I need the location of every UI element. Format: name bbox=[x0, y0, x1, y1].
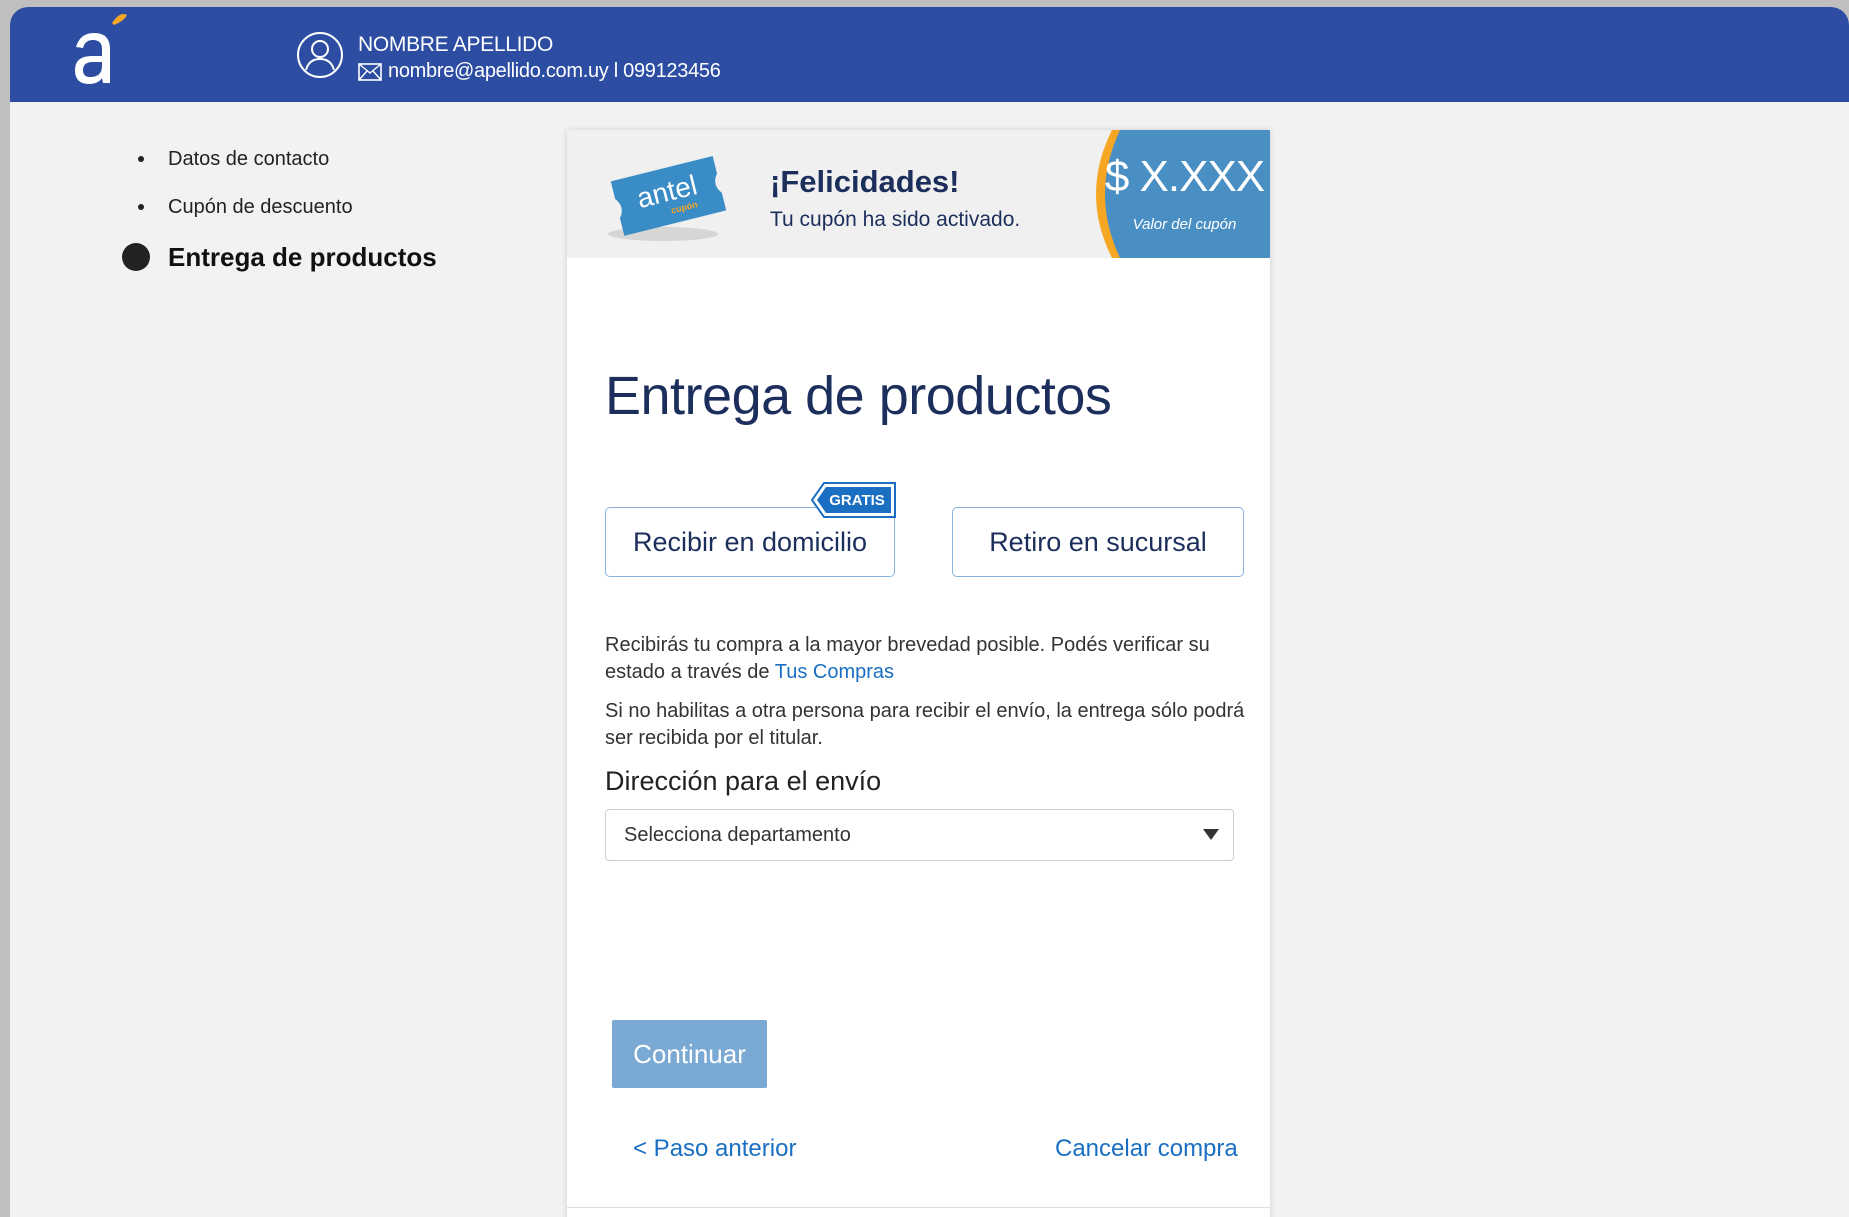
antel-coupon-ticket-icon: antel cupón bbox=[608, 156, 727, 241]
continue-button[interactable]: Continuar bbox=[612, 1020, 767, 1088]
step-product-delivery[interactable]: Entrega de productos bbox=[122, 231, 437, 283]
coupon-banner: antel cupón ¡Felicidades! Tu cupón ha si… bbox=[567, 130, 1270, 258]
congrats-title: ¡Felicidades! bbox=[770, 164, 960, 199]
step-label: Entrega de productos bbox=[168, 241, 437, 272]
step-bullet bbox=[138, 156, 144, 162]
envelope-icon bbox=[358, 62, 382, 81]
department-select-value: Selecciona departamento bbox=[624, 823, 851, 846]
checkout-steps: Datos de contacto Cupón de descuento Ent… bbox=[122, 135, 437, 283]
home-delivery-label: Recibir en domicilio bbox=[632, 526, 868, 557]
branch-pickup-label: Retiro en sucursal bbox=[989, 526, 1207, 557]
card-divider bbox=[567, 1207, 1270, 1208]
step-label: Datos de contacto bbox=[168, 147, 330, 170]
congrats-subtitle: Tu cupón ha sido activado. bbox=[770, 208, 1021, 231]
browser-window: NOMBRE APELLIDO nombre@apellido.com.uy l… bbox=[10, 7, 1849, 1217]
shipping-address-label: Dirección para el envío bbox=[605, 766, 882, 796]
coupon-value-label: Valor del cupón bbox=[1132, 216, 1237, 233]
step-bullet-active bbox=[122, 243, 150, 271]
delivery-info-body: Recibirás tu compra a la mayor brevedad … bbox=[605, 634, 1210, 683]
page-title: Entrega de productos bbox=[605, 366, 1112, 426]
step-label: Cupón de descuento bbox=[168, 195, 353, 218]
branch-pickup-button[interactable]: Retiro en sucursal bbox=[952, 507, 1244, 577]
department-select[interactable]: Selecciona departamento bbox=[605, 809, 1234, 861]
step-discount-coupon[interactable]: Cupón de descuento bbox=[122, 183, 437, 231]
free-badge: GRATIS bbox=[810, 482, 896, 518]
step-bullet bbox=[138, 204, 144, 210]
top-bar: NOMBRE APELLIDO nombre@apellido.com.uy l… bbox=[10, 7, 1849, 102]
user-contact: nombre@apellido.com.uy l 099123456 bbox=[358, 60, 721, 83]
delivery-card: antel cupón ¡Felicidades! Tu cupón ha si… bbox=[567, 130, 1270, 1217]
step-contact-data[interactable]: Datos de contacto bbox=[122, 135, 437, 183]
antel-a-logo-icon[interactable] bbox=[72, 13, 152, 93]
free-badge-text: GRATIS bbox=[829, 492, 885, 509]
my-purchases-link[interactable]: Tus Compras bbox=[775, 661, 894, 683]
user-contact-text: nombre@apellido.com.uy l 099123456 bbox=[388, 60, 721, 82]
chevron-down-icon bbox=[1203, 829, 1219, 840]
cancel-purchase-link[interactable]: Cancelar compra bbox=[1055, 1135, 1238, 1163]
delivery-info-text: Recibirás tu compra a la mayor brevedad … bbox=[605, 632, 1245, 686]
holder-notice-text: Si no habilitas a otra persona para reci… bbox=[605, 700, 1245, 749]
user-circle-icon[interactable] bbox=[295, 30, 345, 80]
previous-step-link[interactable]: < Paso anterior bbox=[633, 1135, 796, 1163]
coupon-value: $ X.XXX bbox=[1104, 152, 1265, 201]
user-name: NOMBRE APELLIDO bbox=[358, 33, 554, 56]
